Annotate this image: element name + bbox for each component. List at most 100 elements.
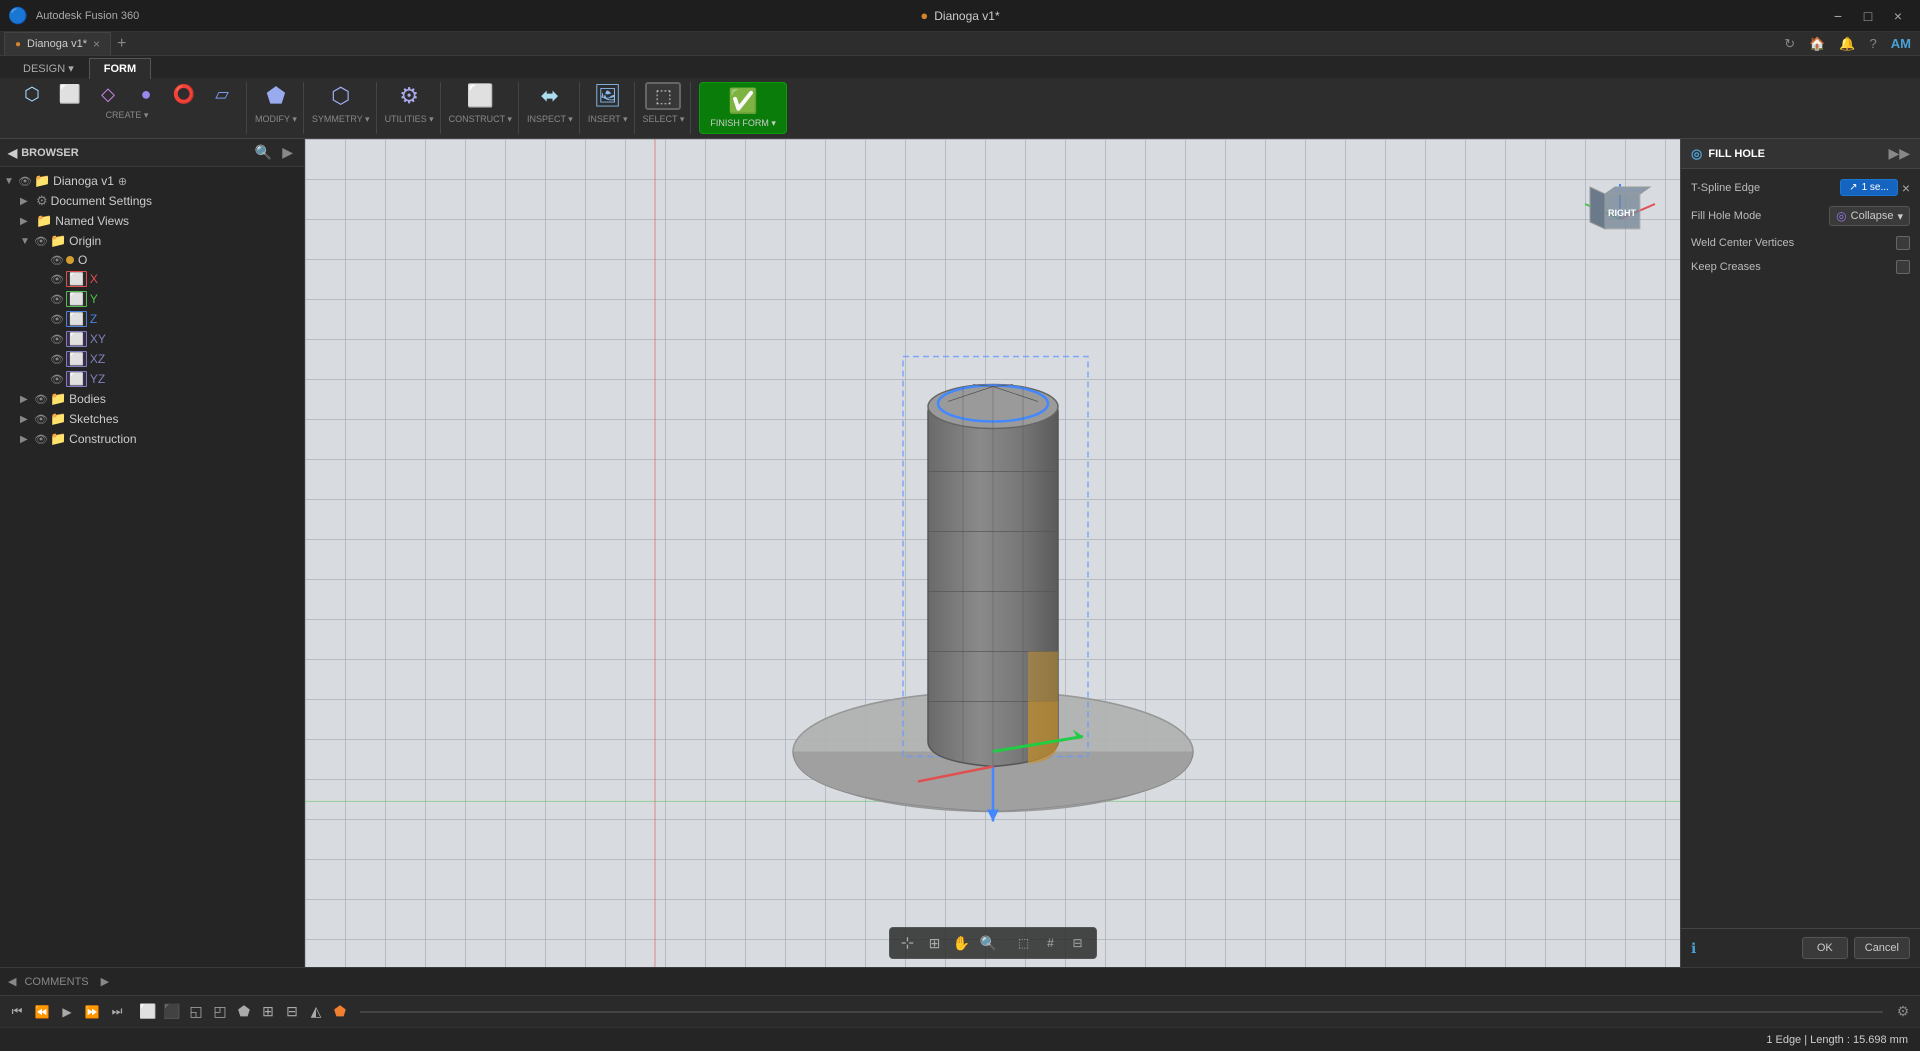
toolbar-create-sphere[interactable]: ● <box>128 82 164 106</box>
anim-tool-5[interactable]: ⬟ <box>233 1001 255 1023</box>
viewport-display-mode[interactable]: ⬚ <box>1012 931 1036 955</box>
toolbar-inspect-main[interactable]: ⬌ <box>532 82 568 110</box>
anim-tool-7[interactable]: ⊟ <box>281 1001 303 1023</box>
tab-form[interactable]: FORM <box>89 58 151 79</box>
fh-tspline-selection-button[interactable]: ↗ 1 se... <box>1840 179 1898 196</box>
root-item-badge[interactable]: ⊕ <box>118 175 127 188</box>
anim-playhead[interactable] <box>360 1011 1883 1013</box>
fh-ok-button[interactable]: OK <box>1802 937 1848 959</box>
minimize-button[interactable]: − <box>1824 5 1852 27</box>
fh-creases-checkbox[interactable] <box>1896 260 1910 274</box>
anim-tool-9[interactable]: ⬟ <box>329 1001 351 1023</box>
browser-item-origin-xy[interactable]: 👁 ⬜ XY <box>0 329 304 349</box>
add-tab-button[interactable]: + <box>111 33 132 55</box>
browser-item-named-views[interactable]: ▶ 📁 Named Views <box>0 211 304 231</box>
utilities-label[interactable]: UTILITIES ▾ <box>385 114 434 125</box>
construction-vis-icon[interactable]: 👁 <box>34 433 48 446</box>
origin-z-vis-icon[interactable]: 👁 <box>50 313 64 326</box>
viewport-zoom-btn[interactable]: 🔍 <box>977 931 1001 955</box>
toolbar-create-box[interactable]: ⬜ <box>52 82 88 106</box>
browser-root-item[interactable]: ▼ 👁 📁 Dianoga v1 ⊕ <box>0 171 304 191</box>
browser-item-bodies[interactable]: ▶ 👁 📁 Bodies <box>0 389 304 409</box>
anim-next-button[interactable]: ⏩ <box>81 1001 103 1023</box>
anim-first-button[interactable]: ⏮ <box>6 1001 28 1023</box>
tab-nav-question[interactable]: ? <box>1865 33 1882 54</box>
close-button[interactable]: × <box>1884 5 1912 27</box>
browser-collapse-icon[interactable]: ◀ <box>8 146 17 160</box>
tab-nav-refresh[interactable]: ↻ <box>1779 33 1800 55</box>
browser-item-origin-yz[interactable]: 👁 ⬜ YZ <box>0 369 304 389</box>
close-tab-button[interactable]: × <box>93 37 100 51</box>
fh-weld-checkbox[interactable] <box>1896 236 1910 250</box>
browser-item-origin-o[interactable]: 👁 O <box>0 251 304 269</box>
toolbar-create-sketch[interactable]: ⬡ <box>14 82 50 106</box>
origin-vis-icon[interactable]: 👁 <box>34 235 48 248</box>
toolbar-select-main[interactable]: ⬚ <box>645 82 681 110</box>
modify-label[interactable]: MODIFY ▾ <box>255 114 297 125</box>
browser-item-doc-settings[interactable]: ▶ ⚙ Document Settings <box>0 191 304 211</box>
toolbar-insert-main[interactable]: 🖼 <box>589 82 627 110</box>
anim-tool-6[interactable]: ⊞ <box>257 1001 279 1023</box>
toolbar-symmetry-main[interactable]: ⬡ <box>323 82 359 110</box>
origin-x-vis-icon[interactable]: 👁 <box>50 273 64 286</box>
anim-play-button[interactable]: ▶ <box>56 1001 78 1023</box>
fh-tspline-clear-button[interactable]: × <box>1902 180 1910 196</box>
browser-expand-button[interactable]: ▶ <box>279 143 296 162</box>
viewport-grid-toggle[interactable]: ⊞ <box>923 931 947 955</box>
viewport-grid-mode[interactable]: # <box>1039 931 1063 955</box>
viewport[interactable]: RIGHT ⊹ ⊞ ✋ 🔍 ⬚ # ⊟ <box>305 139 1680 967</box>
comments-collapse-icon[interactable]: ◀ <box>8 975 16 988</box>
origin-o-vis-icon[interactable]: 👁 <box>50 254 64 267</box>
finish-form-button[interactable]: ✅ FINISH FORM ▾ <box>699 82 787 134</box>
origin-xy-vis-icon[interactable]: 👁 <box>50 333 64 346</box>
anim-tool-1[interactable]: ⬜ <box>137 1001 159 1023</box>
tab-design[interactable]: DESIGN ▾ <box>8 57 89 79</box>
anim-tool-8[interactable]: ◭ <box>305 1001 327 1023</box>
origin-xz-vis-icon[interactable]: 👁 <box>50 353 64 366</box>
origin-y-vis-icon[interactable]: 👁 <box>50 293 64 306</box>
comments-expand-icon[interactable]: ▶ <box>101 975 109 988</box>
toolbar-construct-main[interactable]: ⬜ <box>462 82 499 110</box>
toolbar-utilities-main[interactable]: ⚙ <box>391 82 427 110</box>
fh-cancel-button[interactable]: Cancel <box>1854 937 1910 959</box>
anim-last-button[interactable]: ⏭ <box>106 1001 128 1023</box>
toolbar-modify-main[interactable]: ⬟ <box>258 82 294 110</box>
fh-info-button[interactable]: ℹ <box>1691 940 1696 957</box>
anim-tool-4[interactable]: ◰ <box>209 1001 231 1023</box>
browser-item-origin[interactable]: ▼ 👁 📁 Origin <box>0 231 304 251</box>
toolbar-create-plane[interactable]: ◇ <box>90 82 126 106</box>
browser-item-origin-xz[interactable]: 👁 ⬜ XZ <box>0 349 304 369</box>
browser-item-sketches[interactable]: ▶ 👁 📁 Sketches <box>0 409 304 429</box>
toolbar-create-wedge[interactable]: ▱ <box>204 82 240 106</box>
inspect-label[interactable]: INSPECT ▾ <box>527 114 573 125</box>
visibility-icon[interactable]: 👁 <box>18 175 32 188</box>
browser-item-origin-y[interactable]: 👁 ⬜ Y <box>0 289 304 309</box>
maximize-button[interactable]: □ <box>1854 5 1882 27</box>
construct-label[interactable]: CONSTRUCT ▾ <box>449 114 512 125</box>
tab-nav-home[interactable]: 🏠 <box>1804 33 1830 55</box>
select-label[interactable]: SELECT ▾ <box>643 114 685 125</box>
bodies-vis-icon[interactable]: 👁 <box>34 393 48 406</box>
browser-item-origin-x[interactable]: 👁 ⬜ X <box>0 269 304 289</box>
fh-fill-mode-dropdown[interactable]: ◎ Collapse ▾ <box>1829 206 1910 226</box>
browser-item-origin-z[interactable]: 👁 ⬜ Z <box>0 309 304 329</box>
anim-tool-2[interactable]: ⬛ <box>161 1001 183 1023</box>
settings-button[interactable]: ⚙ <box>1892 1001 1914 1023</box>
symmetry-label[interactable]: SYMMETRY ▾ <box>312 114 370 125</box>
navigation-cube[interactable]: RIGHT <box>1580 179 1660 259</box>
browser-item-construction[interactable]: ▶ 👁 📁 Construction <box>0 429 304 449</box>
fill-hole-expand-button[interactable]: ▶▶ <box>1888 145 1910 162</box>
toolbar-create-cyl[interactable]: ⭕ <box>166 82 202 106</box>
browser-search-button[interactable]: 🔍 <box>252 143 275 162</box>
create-label[interactable]: CREATE ▾ <box>106 110 149 121</box>
viewport-orbit-btn[interactable]: ✋ <box>950 931 974 955</box>
viewport-visual-mode[interactable]: ⊟ <box>1066 931 1090 955</box>
insert-label[interactable]: INSERT ▾ <box>588 114 628 125</box>
anim-prev-button[interactable]: ⏪ <box>31 1001 53 1023</box>
anim-tool-3[interactable]: ◱ <box>185 1001 207 1023</box>
tab-nav-user[interactable]: AM <box>1886 33 1916 54</box>
document-tab[interactable]: ● Dianoga v1* × <box>4 32 111 55</box>
viewport-coord-btn[interactable]: ⊹ <box>896 931 920 955</box>
sketches-vis-icon[interactable]: 👁 <box>34 413 48 426</box>
origin-yz-vis-icon[interactable]: 👁 <box>50 373 64 386</box>
